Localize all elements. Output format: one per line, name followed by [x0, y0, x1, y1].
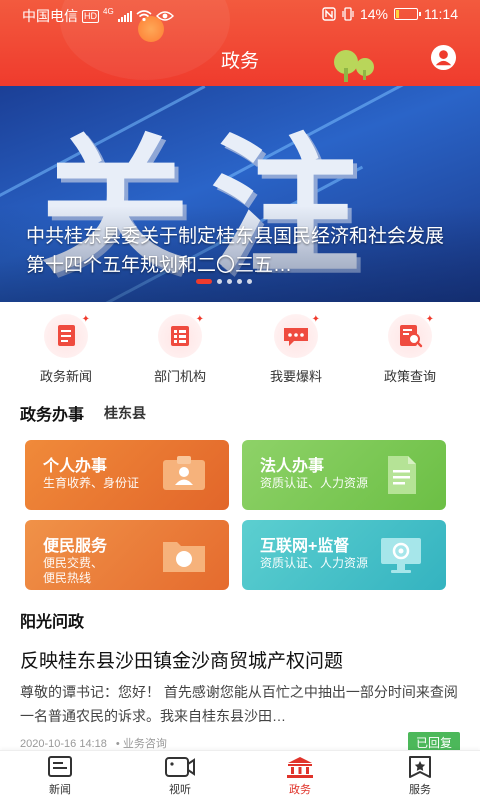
- quick-entry-departments[interactable]: ✦ 部门机构: [130, 308, 230, 385]
- quick-entry-policy[interactable]: ✦ 政策查询: [360, 308, 460, 385]
- region-selector[interactable]: 桂东县: [104, 403, 146, 423]
- status-bar: 中国电信 HD 4G 14% 11:14: [0, 0, 480, 30]
- nav-label: 政务: [289, 784, 311, 796]
- signal-icon: [117, 10, 132, 22]
- inquiry-category: • 业务咨询: [115, 738, 167, 750]
- quick-entry-news[interactable]: ✦ 政务新闻: [16, 308, 116, 385]
- carousel-indicator: [196, 279, 252, 284]
- government-building-icon: [287, 757, 313, 778]
- card-internet-supervision[interactable]: 互联网+监督 资质认证、人力资源: [242, 520, 446, 590]
- card-desc: 生育收养、身份证: [43, 476, 140, 490]
- id-card-icon: [163, 456, 205, 490]
- section-title-affairs: 政务办事: [20, 407, 85, 424]
- nav-tab-media[interactable]: 视听: [150, 755, 210, 797]
- folder-compass-icon: [163, 542, 205, 572]
- quick-entry-label: 部门机构: [153, 369, 206, 384]
- card-title: 个人办事: [43, 458, 108, 475]
- card-personal-affairs[interactable]: 个人办事 生育收养、身份证: [25, 440, 229, 510]
- nfc-icon: [322, 7, 336, 21]
- carousel-dot[interactable]: [196, 279, 212, 284]
- news-document-icon: ✦: [44, 314, 90, 358]
- carousel-dot[interactable]: [247, 279, 252, 284]
- bottom-navigation: 新闻 视听 政务 服务: [0, 750, 480, 800]
- chat-report-icon: ✦: [274, 314, 320, 358]
- wifi-icon: [136, 10, 152, 22]
- nav-label: 视听: [169, 784, 191, 796]
- card-convenience-services[interactable]: 便民服务 便民交费、便民热线: [25, 520, 229, 590]
- hd-badge: HD: [82, 9, 99, 23]
- battery-icon: [394, 8, 421, 20]
- nav-tab-news[interactable]: 新闻: [30, 755, 90, 797]
- quick-entry-label: 政策查询: [383, 369, 436, 384]
- video-icon: [165, 757, 195, 777]
- card-legal-affairs[interactable]: 法人办事 资质认证、人力资源: [242, 440, 446, 510]
- eye-icon: [155, 11, 174, 21]
- carousel-dot[interactable]: [217, 279, 222, 284]
- section-title-sunshine: 阳光问政: [20, 614, 85, 631]
- department-list-icon: ✦: [158, 314, 204, 358]
- quick-entry-label: 我要爆料: [269, 369, 322, 384]
- card-desc: 资质认证、人力资源: [260, 556, 369, 570]
- inquiry-date: 2020-10-16 14:18: [20, 738, 107, 750]
- page-title: 政务: [220, 51, 259, 72]
- nav-label: 服务: [409, 784, 431, 796]
- card-title: 便民服务: [43, 538, 108, 555]
- quick-entry-report[interactable]: ✦ 我要爆料: [246, 308, 346, 385]
- news-carousel[interactable]: 关注 中共桂东县委关于制定桂东县国民经济和社会发展 第十四个五年规划和二〇三五…: [0, 86, 480, 302]
- card-title: 互联网+监督: [260, 538, 350, 555]
- status-time: 11:14: [424, 6, 458, 22]
- quick-entry-label: 政务新闻: [39, 369, 92, 384]
- inquiry-title[interactable]: 反映桂东县沙田镇金沙商贸城产权问题: [20, 646, 343, 673]
- monitor-icon: [381, 538, 421, 573]
- card-desc: 便民交费、便民热线: [43, 556, 104, 585]
- header-bar: 中国电信 HD 4G 14% 11:14 政务: [0, 0, 480, 86]
- vibrate-icon: [342, 7, 354, 21]
- inquiry-meta: 2020-10-16 14:18 • 业务咨询: [20, 735, 167, 751]
- nav-tab-government[interactable]: 政务: [270, 755, 330, 797]
- network-type: 4G: [103, 6, 114, 16]
- nav-tab-services[interactable]: 服务: [390, 755, 450, 797]
- card-title: 法人办事: [260, 458, 325, 475]
- card-desc: 资质认证、人力资源: [260, 476, 369, 490]
- carousel-dot[interactable]: [227, 279, 232, 284]
- banner-caption[interactable]: 中共桂东县委关于制定桂东县国民经济和社会发展 第十四个五年规划和二〇三五…: [26, 222, 456, 280]
- carrier-name: 中国电信: [22, 8, 78, 24]
- nav-label: 新闻: [49, 784, 71, 796]
- policy-search-icon: ✦: [388, 314, 434, 358]
- service-star-icon: [409, 756, 431, 778]
- quick-entries: ✦ 政务新闻 ✦ 部门机构 ✦ 我要爆料 ✦ 政策查询: [0, 308, 480, 388]
- document-icon: [388, 456, 416, 494]
- user-profile-icon[interactable]: [430, 44, 457, 71]
- carousel-dot[interactable]: [237, 279, 242, 284]
- inquiry-body[interactable]: 尊敬的谭书记：您好！ 首先感谢您能从百忙之中抽出一部分时间来查阅一名普通农民的诉…: [20, 680, 460, 728]
- battery-percent: 14%: [359, 6, 388, 22]
- news-icon: [48, 756, 72, 777]
